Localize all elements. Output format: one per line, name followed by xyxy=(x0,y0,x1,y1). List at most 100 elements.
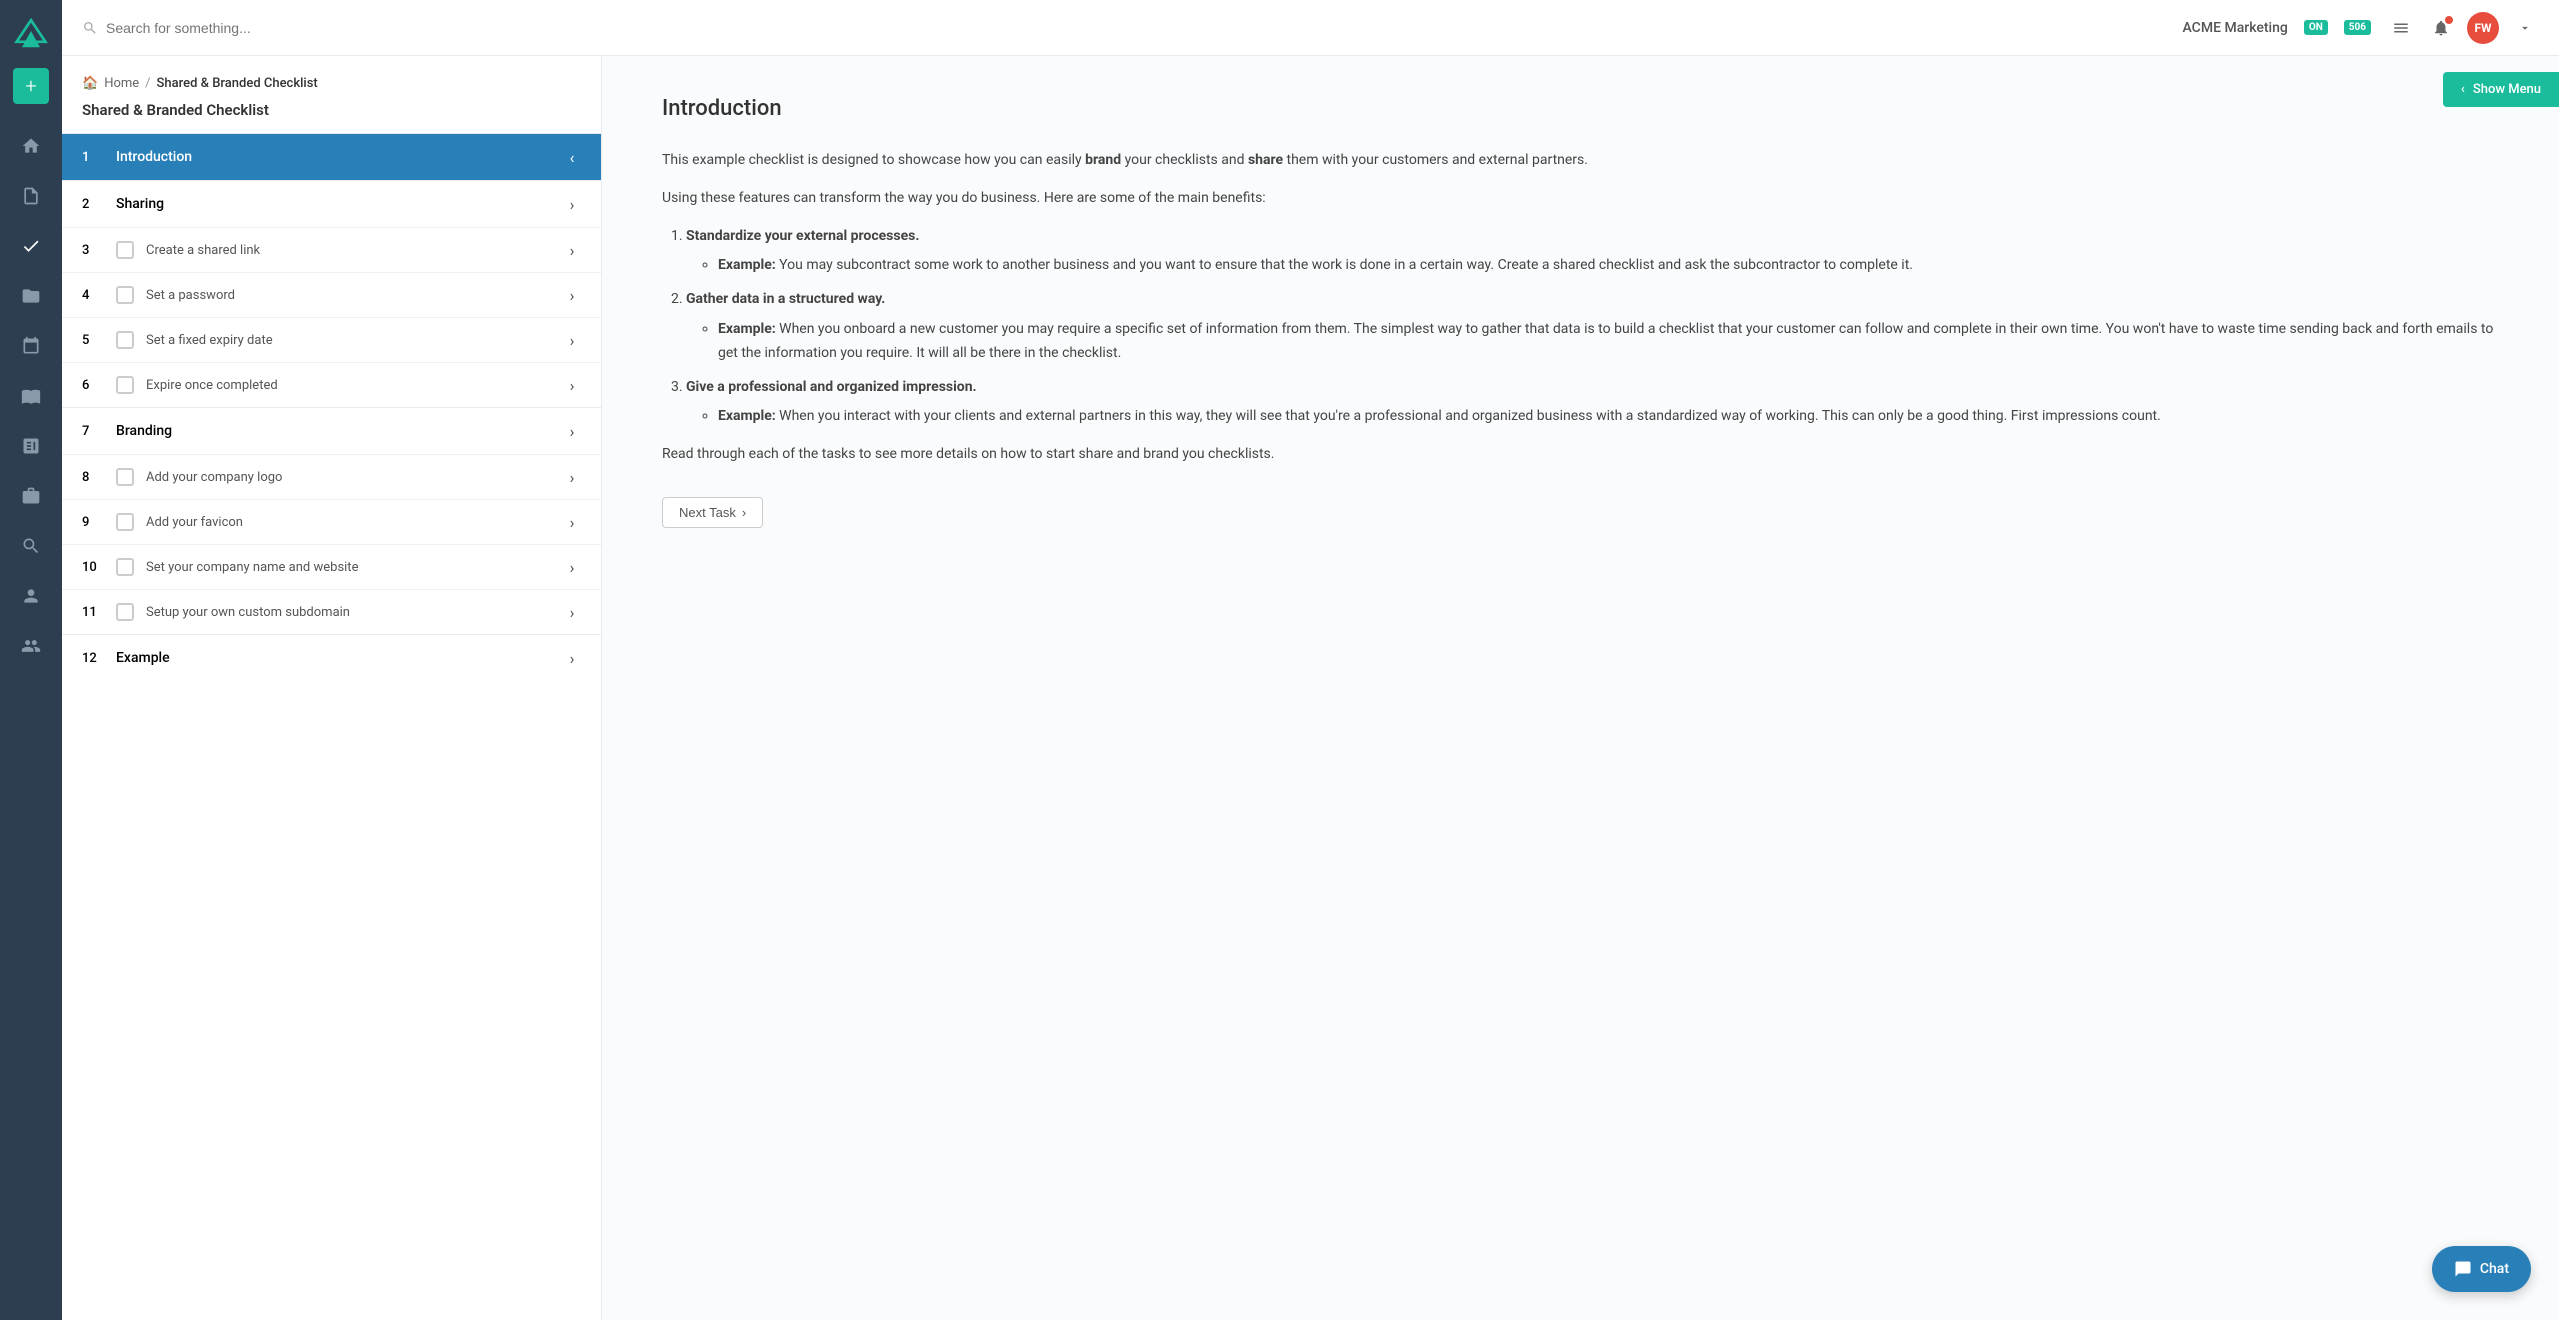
task-set-expiry[interactable]: 5 Set a fixed expiry date › xyxy=(62,317,601,362)
notification-count-badge: 506 xyxy=(2344,20,2371,35)
group-icon xyxy=(21,636,41,656)
show-menu-button[interactable]: ‹ Show Menu xyxy=(2443,72,2559,107)
task-checkbox-9[interactable] xyxy=(116,513,134,531)
task-add-logo[interactable]: 8 Add your company logo › xyxy=(62,454,601,499)
menu-icon-btn[interactable] xyxy=(2387,14,2415,42)
breadcrumb-separator: / xyxy=(145,76,150,91)
benefit-item-1: Standardize your external processes. Exa… xyxy=(686,225,2499,279)
sidebar-navigation xyxy=(0,124,62,1320)
topbar-icons: FW xyxy=(2387,12,2539,44)
task-create-shared-link[interactable]: 3 Create a shared link › xyxy=(62,227,601,272)
benefit-item-3: Give a professional and organized impres… xyxy=(686,376,2499,430)
sidebar-item-briefcase[interactable] xyxy=(0,474,62,518)
wrench-icon xyxy=(21,536,41,556)
item-number-7: 7 xyxy=(82,424,106,439)
person-icon xyxy=(21,586,41,606)
sidebar-item-settings[interactable] xyxy=(0,524,62,568)
item-number-4: 4 xyxy=(82,288,106,303)
section-introduction[interactable]: 1 Introduction ‹ xyxy=(62,133,601,180)
calendar-icon xyxy=(21,336,41,356)
sidebar-item-home[interactable] xyxy=(0,124,62,168)
chevron-right-icon-6: › xyxy=(563,376,581,394)
chat-label: Chat xyxy=(2480,1261,2509,1277)
user-avatar[interactable]: FW xyxy=(2467,12,2499,44)
chevron-right-icon-9: › xyxy=(563,513,581,531)
breadcrumb-current: Shared & Branded Checklist xyxy=(157,76,318,91)
section-branding[interactable]: 7 Branding › xyxy=(62,407,601,454)
status-badge-on: ON xyxy=(2304,20,2328,35)
task-set-password[interactable]: 4 Set a password › xyxy=(62,272,601,317)
benefits-list: Standardize your external processes. Exa… xyxy=(686,225,2499,430)
task-label-6: Expire once completed xyxy=(146,378,563,393)
home-icon xyxy=(21,136,41,156)
task-checkbox-6[interactable] xyxy=(116,376,134,394)
chat-button[interactable]: Chat xyxy=(2432,1246,2531,1292)
closing-paragraph: Read through each of the tasks to see mo… xyxy=(662,443,2499,467)
chart-icon xyxy=(21,436,41,456)
item-number-9: 9 xyxy=(82,515,106,530)
task-checkbox-5[interactable] xyxy=(116,331,134,349)
task-expire-completed[interactable]: 6 Expire once completed › xyxy=(62,362,601,407)
breadcrumb-home-link[interactable]: Home xyxy=(104,76,139,91)
sidebar-item-files[interactable] xyxy=(0,274,62,318)
task-company-name-website[interactable]: 10 Set your company name and website › xyxy=(62,544,601,589)
chevron-right-icon-10: › xyxy=(563,558,581,576)
item-number-1: 1 xyxy=(82,150,106,165)
chevron-right-icon-branding: › xyxy=(563,422,581,440)
breadcrumb-icon: 🏠 xyxy=(82,76,98,91)
task-label-3: Create a shared link xyxy=(146,243,563,258)
task-checkbox-8[interactable] xyxy=(116,468,134,486)
section-sharing[interactable]: 2 Sharing › xyxy=(62,180,601,227)
task-custom-subdomain[interactable]: 11 Setup your own custom subdomain › xyxy=(62,589,601,634)
task-label-9: Add your favicon xyxy=(146,515,563,530)
item-number-8: 8 xyxy=(82,470,106,485)
show-menu-label: Show Menu xyxy=(2473,82,2541,97)
task-checkbox-4[interactable] xyxy=(116,286,134,304)
section-example[interactable]: 12 Example › xyxy=(62,634,601,681)
benefit-example-2: Example: When you onboard a new customer… xyxy=(718,318,2499,366)
task-label-11: Setup your own custom subdomain xyxy=(146,605,563,620)
chevron-right-icon-11: › xyxy=(563,603,581,621)
section-label-example: Example xyxy=(116,650,563,666)
main-container: ACME Marketing ON 506 FW 🏠 xyxy=(62,0,2559,1320)
book-icon xyxy=(21,386,41,406)
sidebar-item-documents[interactable] xyxy=(0,174,62,218)
next-task-button[interactable]: Next Task › xyxy=(662,497,763,528)
sidebar-item-charts[interactable] xyxy=(0,424,62,468)
section-label-introduction: Introduction xyxy=(116,149,563,165)
item-number-2: 2 xyxy=(82,197,106,212)
sidebar-item-profile[interactable] xyxy=(0,574,62,618)
item-number-11: 11 xyxy=(82,605,106,620)
sidebar-item-calendar[interactable] xyxy=(0,324,62,368)
detail-body: This example checklist is designed to sh… xyxy=(662,149,2499,467)
chevron-left-show-icon: ‹ xyxy=(2461,82,2465,97)
sidebar-item-team[interactable] xyxy=(0,624,62,668)
next-task-label: Next Task xyxy=(679,505,736,520)
section-label-branding: Branding xyxy=(116,423,563,439)
task-label-10: Set your company name and website xyxy=(146,560,563,575)
task-checkbox-3[interactable] xyxy=(116,241,134,259)
task-checkbox-11[interactable] xyxy=(116,603,134,621)
menu-lines-icon xyxy=(2392,19,2410,37)
chevron-down-icon xyxy=(2518,21,2532,35)
chat-icon xyxy=(2454,1260,2472,1278)
add-button[interactable]: + xyxy=(13,68,49,104)
task-checkbox-10[interactable] xyxy=(116,558,134,576)
search-area xyxy=(82,20,2183,36)
sidebar-item-book[interactable] xyxy=(0,374,62,418)
task-label-8: Add your company logo xyxy=(146,470,563,485)
content-area: 🏠 Home / Shared & Branded Checklist Shar… xyxy=(62,56,2559,1320)
intro-paragraph-1: This example checklist is designed to sh… xyxy=(662,149,2499,173)
chevron-right-icon-3: › xyxy=(563,241,581,259)
task-label-5: Set a fixed expiry date xyxy=(146,333,563,348)
notification-bell-btn[interactable] xyxy=(2427,14,2455,42)
item-number-5: 5 xyxy=(82,333,106,348)
task-add-favicon[interactable]: 9 Add your favicon › xyxy=(62,499,601,544)
sidebar-item-checklists[interactable] xyxy=(0,224,62,268)
company-name: ACME Marketing xyxy=(2183,20,2288,36)
avatar-dropdown-btn[interactable] xyxy=(2511,14,2539,42)
item-number-6: 6 xyxy=(82,378,106,393)
search-input[interactable] xyxy=(106,20,346,36)
search-icon xyxy=(82,20,98,36)
item-number-10: 10 xyxy=(82,560,106,575)
